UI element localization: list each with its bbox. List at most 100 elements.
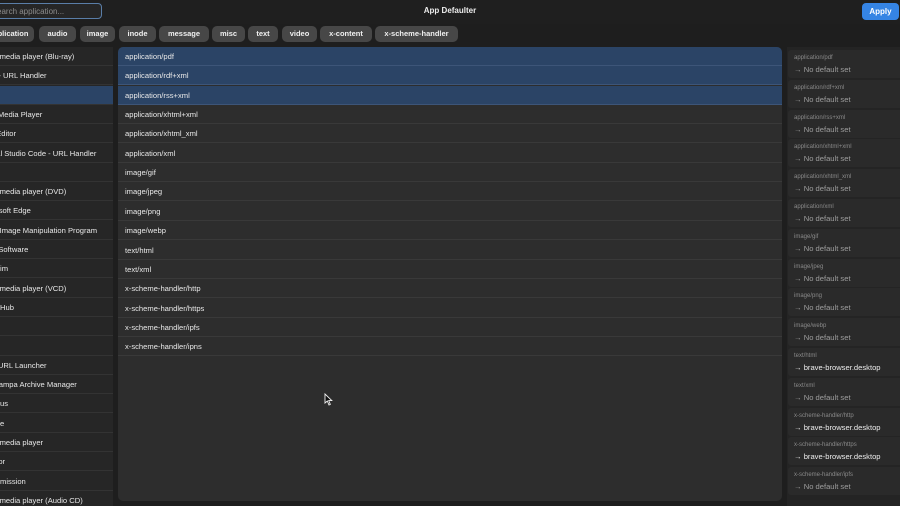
- app-list-item[interactable]: C media player: [0, 433, 113, 452]
- app-list-item[interactable]: C media player (Blu-ray): [0, 47, 113, 66]
- default-mime-label: application/xml: [794, 204, 834, 210]
- app-list-item[interactable]: d: [0, 337, 113, 356]
- default-assignment-item[interactable]: application/rdf+xml → No default set: [788, 79, 900, 108]
- default-mime-label: x-scheme-handler/https: [794, 442, 857, 449]
- tab-message[interactable]: message: [159, 26, 209, 42]
- default-app-value: → No default set: [794, 392, 851, 402]
- mime-type-item[interactable]: application/rss+xml: [118, 85, 782, 105]
- default-assignment-item[interactable]: image/webp → No default set: [788, 318, 900, 347]
- app-list-item[interactable]: ovim: [0, 259, 113, 279]
- mime-type-item[interactable]: text/xml: [118, 260, 782, 279]
- default-assignment-item[interactable]: x-scheme-handler/ipfs → No default set: [788, 467, 900, 496]
- app-list-item[interactable]: o: [0, 163, 113, 182]
- default-mime-label: image/webp: [794, 323, 827, 330]
- tab-image[interactable]: image: [80, 26, 115, 42]
- tab-x-scheme-handler[interactable]: x-scheme-handler: [375, 26, 458, 42]
- mime-type-item[interactable]: x-scheme-handler/http: [118, 279, 782, 299]
- default-app-value: → brave-browser.desktop: [794, 363, 881, 372]
- default-assignment-item[interactable]: application/pdf → No default set: [788, 50, 900, 78]
- default-mime-label: application/pdf: [794, 55, 833, 61]
- app-list-item[interactable]: grampa Archive Manager: [0, 375, 113, 395]
- default-mime-label: image/gif: [794, 233, 819, 240]
- default-mime-label: x-scheme-handler/ipfs: [794, 472, 854, 479]
- default-assignment-item[interactable]: application/xhtml+xml → No default set: [788, 139, 900, 168]
- mime-type-item[interactable]: image/jpeg: [118, 182, 782, 202]
- mime-type-item[interactable]: image/gif: [118, 163, 782, 183]
- app-list-item[interactable]: rosoft Edge: [0, 201, 113, 221]
- default-assignment-item[interactable]: x-scheme-handler/https → brave-browser.de…: [788, 437, 900, 466]
- app-list-item[interactable]: C media player (DVD): [0, 182, 113, 202]
- app-list-item[interactable]: C media player (Audio CD): [0, 491, 113, 506]
- tab-x-content[interactable]: x-content: [320, 26, 372, 42]
- tab-misc[interactable]: misc: [212, 26, 245, 42]
- default-assignment-item[interactable]: text/html → brave-browser.desktop: [788, 348, 900, 376]
- mime-type-item[interactable]: application/xml: [118, 144, 782, 163]
- mouse-pointer-icon: [324, 393, 333, 406]
- default-app-value: → No default set: [794, 303, 851, 313]
- default-mime-label: application/rss+xml: [794, 114, 846, 121]
- default-assignment-item[interactable]: image/gif → No default set: [788, 228, 900, 257]
- default-app-value: → No default set: [794, 482, 851, 492]
- app-list-item[interactable]: ve: [0, 85, 113, 105]
- mime-type-item[interactable]: application/pdf: [118, 47, 782, 66]
- app-list-item[interactable]: U Image Manipulation Program: [0, 221, 113, 240]
- mime-type-item[interactable]: application/rdf+xml: [118, 66, 782, 86]
- default-mime-label: x-scheme-handler/http: [794, 412, 854, 419]
- default-assignment-item[interactable]: image/png → No default set: [788, 288, 900, 317]
- mime-type-item[interactable]: text/html: [118, 241, 782, 260]
- app-list-item[interactable]: v Media Player: [0, 105, 113, 124]
- default-mime-label: text/html: [794, 353, 817, 359]
- search-input[interactable]: [0, 3, 102, 19]
- mime-type-item[interactable]: application/xhtml_xml: [118, 124, 782, 144]
- app-list-item[interactable]: n Software: [0, 240, 113, 259]
- default-app-value: → No default set: [794, 65, 851, 74]
- default-assignment-item[interactable]: application/xhtml_xml → No default set: [788, 169, 900, 198]
- window-title: App Defaulter: [423, 6, 477, 15]
- default-assignment-item[interactable]: image/jpeg → No default set: [788, 258, 900, 287]
- default-app-value: → No default set: [794, 124, 851, 134]
- app-list-item[interactable]: nsmission: [0, 472, 113, 491]
- app-list-item[interactable]: ty Hub: [0, 298, 113, 317]
- app-list-item[interactable]: n: [0, 317, 113, 337]
- tab-application[interactable]: plication: [0, 26, 34, 42]
- mime-type-list: application/pdf application/rdf+xml applic…: [118, 47, 782, 501]
- mime-type-item[interactable]: x-scheme-handler/https: [118, 299, 782, 318]
- default-mime-label: image/jpeg: [794, 263, 824, 270]
- tab-audio[interactable]: audio: [39, 26, 76, 42]
- tab-video[interactable]: video: [282, 26, 317, 42]
- default-assignment-item[interactable]: application/rss+xml → No default set: [788, 109, 900, 138]
- app-list-item[interactable]: rsor: [0, 452, 113, 472]
- app-list-item[interactable]: ake: [0, 414, 113, 433]
- default-app-value: → No default set: [794, 94, 851, 104]
- mime-type-item[interactable]: x-scheme-handler/ipfs: [118, 318, 782, 337]
- default-mime-label: application/xhtml+xml: [794, 144, 852, 151]
- header-bar: App Defaulter Apply: [0, 0, 900, 24]
- default-assignment-item[interactable]: application/xml → No default set: [788, 199, 900, 227]
- mime-type-item[interactable]: image/webp: [118, 221, 782, 241]
- default-assignment-item[interactable]: text/xml → No default set: [788, 377, 900, 406]
- app-list-item[interactable]: y URL Launcher: [0, 356, 113, 375]
- default-app-value: → No default set: [794, 333, 851, 343]
- defaults-panel: application/pdf → No default set applicati…: [787, 47, 900, 506]
- app-list-item[interactable]: ual Studio Code - URL Handler: [0, 144, 113, 163]
- default-app-value: → No default set: [794, 154, 851, 164]
- mime-type-item[interactable]: x-scheme-handler/ipns: [118, 337, 782, 357]
- app-list-item[interactable]: C media player (VCD): [0, 279, 113, 298]
- mime-type-item[interactable]: application/xhtml+xml: [118, 105, 782, 125]
- default-app-value: → brave-browser.desktop: [794, 452, 881, 462]
- app-list-item[interactable]: mius: [0, 394, 113, 414]
- tab-text[interactable]: text: [248, 26, 278, 42]
- default-mime-label: image/png: [794, 293, 823, 300]
- mime-type-item[interactable]: image/png: [118, 202, 782, 221]
- default-app-value: → brave-browser.desktop: [794, 422, 881, 432]
- apply-button[interactable]: Apply: [862, 3, 899, 20]
- default-mime-label: application/rdf+xml: [794, 84, 845, 91]
- app-list-item[interactable]: o - URL Handler: [0, 66, 113, 86]
- app-list-item[interactable]: t Editor: [0, 124, 113, 144]
- application-list: C media player (Blu-ray)o - URL Handlerv…: [0, 47, 113, 506]
- tab-inode[interactable]: inode: [119, 26, 156, 42]
- default-app-value: → No default set: [794, 184, 851, 194]
- default-mime-label: application/xhtml_xml: [794, 174, 852, 181]
- default-assignment-item[interactable]: x-scheme-handler/http → brave-browser.des…: [788, 407, 900, 436]
- default-app-value: → No default set: [794, 273, 851, 283]
